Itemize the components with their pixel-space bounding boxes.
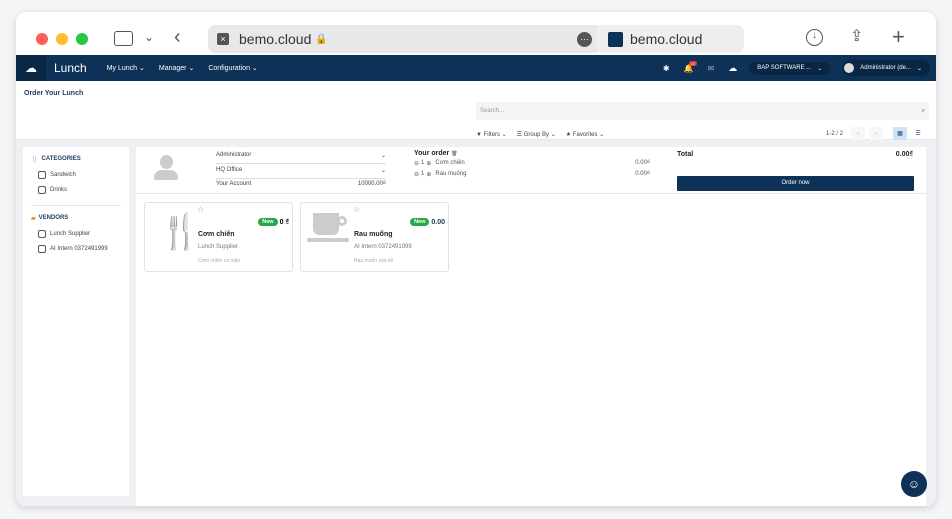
maximize-window-button[interactable] — [76, 33, 88, 45]
kanban-view-button[interactable]: ▦ — [893, 127, 908, 141]
product-name: Cơm chiên — [198, 231, 235, 238]
browser-window: ⌄ ‹ × bemo.cloud 🔒 … bemo.cloud ↓ ⇪ + ☁ … — [16, 12, 936, 506]
filters-dropdown[interactable]: ▼ Filters ⌄ — [476, 131, 507, 138]
app-name[interactable]: Lunch — [54, 61, 87, 75]
chatbot-icon[interactable]: ☺ — [901, 471, 927, 497]
truck-icon: ▰ — [31, 215, 36, 222]
pager-value: 1-2 / 2 — [826, 131, 844, 137]
tab-title: bemo.cloud — [630, 31, 703, 47]
share-icon[interactable]: ⇪ — [850, 26, 863, 46]
control-panel: Order Your Lunch Search... ⌕ ▼ Filters ⌄ … — [16, 81, 936, 141]
sidebar-toggle-icon[interactable] — [114, 31, 133, 46]
new-badge: New — [410, 218, 430, 226]
back-icon[interactable]: ‹ — [174, 26, 181, 49]
browser-toolbar: ⌄ ‹ × bemo.cloud 🔒 … bemo.cloud ↓ ⇪ + — [16, 12, 936, 55]
product-card[interactable]: ☆ New 0.00 Rau muống AI Intern 0372491999… — [300, 202, 449, 272]
increase-qty-icon[interactable]: ⊕ — [426, 171, 431, 182]
minimize-window-button[interactable] — [56, 33, 68, 45]
notification-badge: 10 — [688, 60, 698, 66]
cup-icon — [307, 213, 349, 247]
category-sandwich[interactable]: Sandwich — [38, 167, 129, 182]
avatar — [844, 63, 855, 73]
total-value: 0.00₫ — [895, 151, 913, 158]
search-panel: 🍴 CATEGORIES Sandwich Drinks ▰ VENDORS Lun… — [23, 147, 129, 496]
download-icon[interactable]: ↓ — [806, 29, 823, 46]
favorites-dropdown[interactable]: ★ Favorites ⌄ — [566, 131, 604, 138]
decrease-qty-icon[interactable]: ⊖ — [414, 171, 419, 182]
close-window-button[interactable] — [36, 33, 48, 45]
content-area: 🍴 CATEGORIES Sandwich Drinks ▰ VENDORS Lun… — [16, 140, 936, 506]
close-tab-icon[interactable]: × — [217, 33, 229, 45]
mail-icon[interactable]: ✉ — [708, 64, 715, 73]
group-by-dropdown[interactable]: ☰ Group By ⌄ — [517, 131, 556, 138]
total-label: Total — [677, 151, 694, 158]
chevron-down-icon[interactable]: ⌄ — [144, 30, 154, 44]
divider — [31, 205, 121, 206]
user-select[interactable]: Administrator ⌄ — [216, 152, 386, 164]
product-price: 0.00 — [431, 218, 445, 226]
url-text: bemo.cloud — [239, 31, 312, 47]
pager-prev-button[interactable]: ‹ — [851, 127, 866, 141]
order-summary: Administrator ⌄ HQ Office ⌄ Your Account 10… — [136, 147, 926, 194]
favorite-star-icon[interactable]: ☆ — [353, 205, 360, 214]
product-vendor: AI Intern 0372491999 — [354, 244, 412, 250]
menu-manager[interactable]: Manager ⌄ — [159, 64, 194, 72]
location-select[interactable]: HQ Office ⌄ — [216, 167, 386, 179]
increase-qty-icon[interactable]: ⊕ — [426, 160, 431, 171]
company-switcher[interactable]: BAP SOFTWARE ... ⌄ — [749, 61, 831, 75]
product-card[interactable]: 🍴 ☆ New 0 ₫ Cơm chiên Lunch Supplier Cơm … — [144, 202, 293, 272]
cloud-logo-icon[interactable]: ☁ — [16, 55, 46, 81]
menu-my-lunch[interactable]: My Lunch ⌄ — [107, 64, 145, 72]
new-tab-icon[interactable]: + — [892, 24, 905, 50]
category-drinks[interactable]: Drinks — [38, 182, 129, 197]
user-avatar-icon — [154, 155, 178, 185]
menu-configuration[interactable]: Configuration ⌄ — [208, 64, 257, 72]
product-price: 0 ₫ — [279, 218, 289, 226]
categories-header: 🍴 CATEGORIES — [31, 156, 81, 163]
product-vendor: Lunch Supplier — [198, 244, 239, 250]
top-navbar: ☁ Lunch My Lunch ⌄ Manager ⌄ Configurati… — [16, 55, 936, 81]
decrease-qty-icon[interactable]: ⊖ — [414, 160, 419, 171]
product-description: Rau muốn xào tỏi — [354, 258, 394, 264]
list-view-button[interactable]: ☰ — [911, 127, 925, 141]
favorite-star-icon[interactable]: ☆ — [197, 205, 204, 214]
account-label: Your Account — [216, 181, 252, 187]
account-value: 10000.00₫ — [357, 181, 386, 187]
bug-icon[interactable]: ✱ — [663, 64, 670, 73]
main-content: Administrator ⌄ HQ Office ⌄ Your Account 10… — [136, 147, 927, 506]
your-order-title: Your order 🗑 — [414, 150, 458, 157]
fork-knife-icon: 🍴 — [159, 213, 202, 251]
new-badge: New — [258, 218, 278, 226]
lock-icon: 🔒 — [315, 33, 328, 45]
page-title: Order Your Lunch — [24, 90, 84, 97]
favicon-icon — [608, 31, 623, 47]
cloud-icon[interactable]: ☁ — [728, 63, 737, 74]
vendors-header: ▰ VENDORS — [31, 215, 69, 222]
trash-icon[interactable]: 🗑 — [451, 151, 457, 157]
order-line: ⊖ 1 ⊕ Rau muống 0.00₫ — [414, 171, 650, 182]
search-icon[interactable]: ⌕ — [922, 108, 925, 115]
more-icon[interactable]: … — [577, 31, 592, 47]
product-name: Rau muống — [354, 231, 393, 238]
browser-tab[interactable]: bemo.cloud — [596, 25, 744, 53]
product-description: Cơm chiên cá mặn — [198, 258, 241, 264]
order-line: ⊖ 1 ⊕ Cơm chiên 0.00₫ — [414, 160, 650, 171]
vendor-lunch-supplier[interactable]: Lunch Supplier — [38, 226, 129, 241]
user-menu[interactable]: Administrator (de... ⌄ — [842, 60, 930, 76]
bell-icon[interactable]: 🔔 10 — [684, 60, 698, 73]
order-now-button[interactable]: Order now — [677, 176, 914, 191]
vendor-ai-intern[interactable]: AI Intern 0372491999 — [38, 241, 129, 256]
utensils-icon: 🍴 — [31, 156, 39, 163]
search-input[interactable]: Search... ⌕ — [476, 102, 929, 120]
url-bar[interactable]: × bemo.cloud 🔒 … — [208, 25, 602, 53]
pager-next-button[interactable]: › — [869, 127, 884, 141]
